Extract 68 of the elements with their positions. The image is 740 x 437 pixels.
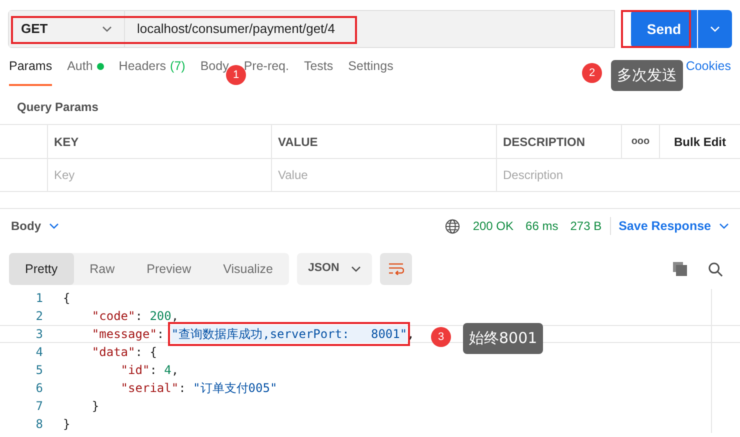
- line-number: 1: [34, 290, 44, 307]
- code-token: {: [63, 290, 70, 307]
- note-tooltip: 多次发送: [611, 60, 683, 91]
- body-dropdown[interactable]: Body: [11, 217, 59, 235]
- cookies-link[interactable]: Cookies: [686, 57, 731, 86]
- code-token: }: [63, 416, 70, 433]
- code-token: :: [156, 326, 166, 343]
- code-token: "serial": [120, 380, 179, 397]
- view-tab[interactable]: Raw: [74, 253, 131, 285]
- view-tab[interactable]: Pretty: [9, 253, 74, 285]
- tab[interactable]: Settings: [348, 57, 394, 86]
- chevron-down-icon: [49, 223, 59, 229]
- save-response-button[interactable]: Save Response: [618, 216, 729, 236]
- response-time: 66 ms: [526, 218, 558, 235]
- code-token: ,: [171, 362, 179, 379]
- tab[interactable]: Tests: [304, 57, 334, 86]
- code-token: "code": [90, 308, 136, 325]
- code-token: "订单支付005": [193, 380, 278, 397]
- tab[interactable]: Pre-req.: [244, 57, 289, 86]
- code-token: 200: [150, 308, 172, 325]
- status-code: 200 OK: [472, 218, 514, 235]
- code-token: "查询数据库成功,serverPort: 8001": [171, 325, 408, 343]
- table-input-field[interactable]: Key: [48, 159, 271, 191]
- column-header: VALUE: [278, 134, 318, 150]
- tab[interactable]: Body: [200, 57, 229, 86]
- chevron-down-icon: [351, 266, 362, 272]
- line-number: 2: [34, 308, 44, 325]
- more-options-button[interactable]: ooo: [631, 136, 650, 146]
- column-header: KEY: [54, 134, 79, 150]
- step-badge: 3: [431, 327, 451, 347]
- line-number: 6: [34, 380, 44, 397]
- wrap-lines-button[interactable]: [380, 253, 412, 285]
- code-token: :: [135, 308, 144, 325]
- tab[interactable]: Auth: [67, 57, 104, 86]
- code-token: : {: [135, 344, 157, 361]
- line-number: 3: [34, 326, 44, 343]
- section-title: Query Params: [16, 99, 100, 116]
- view-tab[interactable]: Preview: [130, 253, 208, 285]
- code-token: "data": [90, 344, 136, 361]
- globe-icon: [444, 218, 460, 234]
- line-number: 8: [34, 416, 44, 433]
- chevron-down-icon: [710, 26, 720, 32]
- code-token: :: [150, 362, 158, 379]
- line-number: 5: [34, 362, 44, 379]
- tab[interactable]: Params: [9, 57, 52, 86]
- copy-icon: [673, 262, 688, 276]
- tab[interactable]: Headers (7): [118, 57, 186, 86]
- view-tab[interactable]: Visualize: [207, 253, 289, 285]
- search-icon: [708, 262, 723, 276]
- code-token: :: [178, 380, 187, 397]
- line-number: 4: [34, 344, 44, 361]
- code-token: ,: [171, 308, 179, 325]
- code-token: ,: [407, 326, 414, 343]
- bulk-edit-button[interactable]: Bulk Edit: [674, 132, 726, 150]
- format-dropdown[interactable]: JSON: [296, 253, 372, 285]
- column-header: DESCRIPTION: [503, 134, 586, 150]
- step-badge: 2: [582, 63, 602, 83]
- code-token: 4: [164, 362, 172, 379]
- chevron-down-icon: [719, 223, 729, 229]
- code-token: }: [90, 398, 100, 415]
- table-input-field[interactable]: Value: [272, 159, 496, 191]
- wrap-lines-icon: [388, 263, 404, 275]
- code-token: "id": [120, 362, 150, 379]
- table-input-field[interactable]: Description: [497, 159, 740, 191]
- note-tooltip: 始终8001: [463, 323, 544, 354]
- response-size: 273 B: [570, 217, 611, 235]
- line-number: 7: [34, 398, 44, 415]
- code-token: "message": [90, 326, 157, 343]
